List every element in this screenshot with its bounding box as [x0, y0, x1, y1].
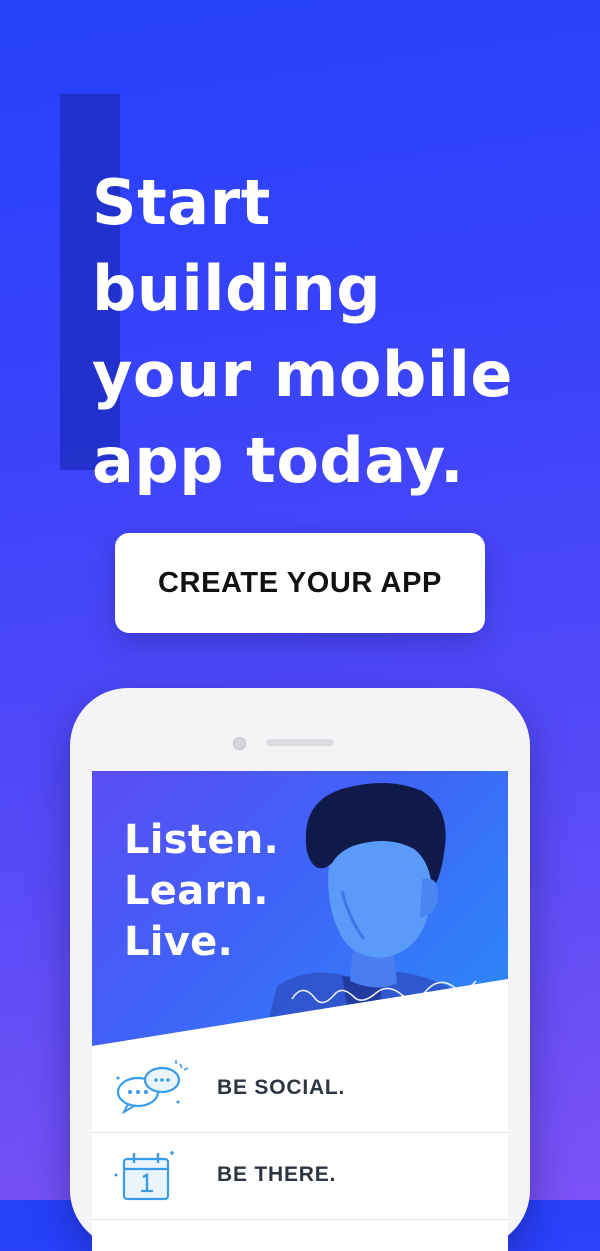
headline-line-3: app today. [92, 424, 465, 497]
hero-banner: Listen. Learn. Live. [92, 771, 508, 1046]
phone-screen: Listen. Learn. Live. BE SOCIAL. BE THERE… [92, 771, 508, 1251]
headline: Start building your mobile app today. [92, 160, 562, 504]
phone-camera [233, 737, 246, 750]
phone-mockup: Listen. Learn. Live. BE SOCIAL. BE THERE… [70, 688, 530, 1251]
hero-tagline: Listen. Learn. Live. [124, 815, 279, 968]
calendar-icon [114, 1151, 174, 1201]
hero-line-live: Live. [124, 919, 234, 965]
hero-line-listen: Listen. [124, 817, 280, 863]
feature-label-there: BE THERE. [217, 1163, 337, 1186]
phone-speaker [266, 739, 334, 746]
feature-row-there[interactable]: BE THERE. [92, 1133, 508, 1220]
feature-row-social[interactable]: BE SOCIAL. [92, 1046, 508, 1133]
headline-line-2: your mobile [92, 338, 513, 411]
chat-bubbles-icon [116, 1060, 189, 1115]
create-app-button[interactable]: CREATE YOUR APP [115, 533, 485, 633]
feature-label-social: BE SOCIAL. [217, 1076, 346, 1099]
hero-line-learn: Learn. [124, 868, 269, 914]
headline-line-1: Start building [92, 166, 382, 325]
